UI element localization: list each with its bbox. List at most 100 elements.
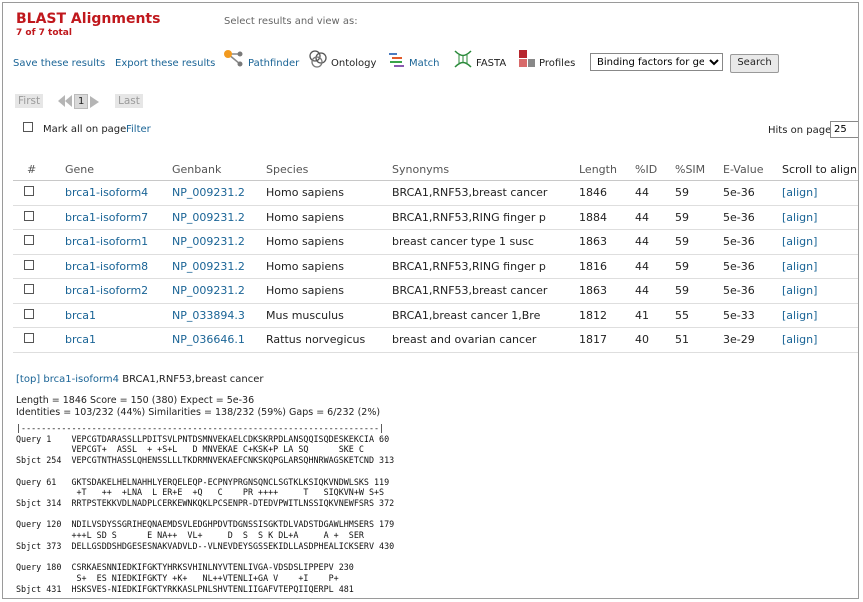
results-table: # Gene Genbank Species Synonyms Length %… — [13, 158, 858, 353]
genbank-link[interactable]: NP_009231.2 — [172, 180, 266, 206]
alignment-gene-desc: BRCA1,RNF53,breast cancer — [122, 374, 264, 385]
pager: First — [15, 94, 44, 108]
top-link[interactable]: [top] — [16, 374, 40, 385]
alignment-identity-line: Identities = 103/232 (44%) Similarities … — [16, 406, 381, 418]
gene-link[interactable]: brca1 — [65, 303, 172, 328]
genbank-link[interactable]: NP_009231.2 — [172, 205, 266, 230]
id-cell: 44 — [635, 229, 675, 255]
species-cell: Homo sapiens — [266, 180, 392, 206]
sim-cell: 59 — [675, 229, 723, 255]
align-link[interactable]: [align] — [782, 278, 858, 304]
first-page-button[interactable]: First — [15, 94, 44, 108]
profiles-icon — [518, 49, 536, 69]
alignment-stats: Length = 1846 Score = 150 (380) Expect =… — [16, 395, 380, 418]
align-link[interactable]: [align] — [782, 180, 858, 206]
align-link[interactable]: [align] — [782, 303, 858, 328]
last-page-button[interactable]: Last — [115, 94, 143, 108]
sim-cell: 59 — [675, 254, 723, 279]
fasta-label[interactable]: FASTA — [476, 58, 506, 69]
table-row: brca1-isoform7 NP_009231.2 Homo sapiens … — [13, 205, 858, 230]
align-link[interactable]: [align] — [782, 327, 858, 353]
length-cell: 1817 — [579, 327, 635, 353]
evalue-cell: 5e-36 — [723, 254, 782, 279]
analysis-dropdown[interactable]: Binding factors for gene — [590, 53, 723, 71]
next-page-icon[interactable] — [90, 96, 102, 111]
hits-per-page-input[interactable] — [830, 121, 858, 138]
col-header-id[interactable]: %ID — [635, 158, 675, 181]
species-cell: Rattus norvegicus — [266, 327, 392, 353]
synonyms-cell: BRCA1,RNF53,RING finger p — [392, 205, 579, 230]
pathfinder-label[interactable]: Pathfinder — [248, 58, 299, 69]
col-header-synonyms[interactable]: Synonyms — [392, 158, 579, 181]
evalue-cell: 5e-36 — [723, 229, 782, 255]
gene-link[interactable]: brca1-isoform7 — [65, 205, 172, 230]
match-label[interactable]: Match — [409, 58, 440, 69]
genbank-link[interactable]: NP_009231.2 — [172, 254, 266, 279]
table-row: brca1 NP_036646.1 Rattus norvegicus brea… — [13, 327, 858, 353]
match-tool[interactable]: Match — [388, 49, 440, 69]
row-checkbox[interactable] — [24, 235, 34, 246]
search-button[interactable]: Search — [730, 54, 779, 73]
length-cell: 1816 — [579, 254, 635, 279]
length-cell: 1863 — [579, 229, 635, 255]
pathfinder-tool[interactable]: Pathfinder — [223, 49, 299, 69]
gene-link[interactable]: brca1-isoform4 — [65, 180, 172, 206]
col-header-length[interactable]: Length — [579, 158, 635, 181]
mark-all-checkbox[interactable] — [23, 122, 33, 135]
align-link[interactable]: [align] — [782, 254, 858, 279]
genbank-link[interactable]: NP_033894.3 — [172, 303, 266, 328]
ontology-label[interactable]: Ontology — [331, 58, 376, 69]
row-checkbox[interactable] — [24, 284, 34, 295]
profiles-label[interactable]: Profiles — [539, 58, 575, 69]
row-checkbox[interactable] — [24, 308, 34, 319]
id-cell: 44 — [635, 205, 675, 230]
length-cell: 1846 — [579, 180, 635, 206]
table-row: brca1-isoform4 NP_009231.2 Homo sapiens … — [13, 180, 858, 206]
profiles-tool[interactable]: Profiles — [518, 49, 575, 69]
save-results-link[interactable]: Save these results — [13, 58, 105, 69]
length-cell: 1863 — [579, 278, 635, 304]
results-panel: BLAST Alignments 7 of 7 total Select res… — [2, 2, 859, 599]
row-checkbox[interactable] — [24, 186, 34, 197]
gene-link[interactable]: brca1-isoform1 — [65, 229, 172, 255]
species-cell: Homo sapiens — [266, 278, 392, 304]
alignment-gene-link[interactable]: brca1-isoform4 — [43, 374, 119, 385]
current-page-number: 1 — [74, 94, 89, 109]
prev-page-icon[interactable] — [58, 95, 72, 110]
fasta-tool[interactable]: FASTA — [453, 49, 506, 69]
species-cell: Mus musculus — [266, 303, 392, 328]
gene-link[interactable]: brca1-isoform2 — [65, 278, 172, 304]
row-checkbox[interactable] — [24, 210, 34, 221]
row-checkbox[interactable] — [24, 333, 34, 344]
current-page: 1 — [74, 94, 89, 109]
table-row: brca1-isoform8 NP_009231.2 Homo sapiens … — [13, 254, 858, 279]
col-header-genbank[interactable]: Genbank — [172, 158, 266, 181]
species-cell: Homo sapiens — [266, 205, 392, 230]
col-header-species[interactable]: Species — [266, 158, 392, 181]
gene-link[interactable]: brca1-isoform8 — [65, 254, 172, 279]
col-header-gene[interactable]: Gene — [65, 158, 172, 181]
genbank-link[interactable]: NP_036646.1 — [172, 327, 266, 353]
sim-cell: 55 — [675, 303, 723, 328]
ontology-tool[interactable]: Ontology — [308, 49, 376, 69]
table-row: brca1-isoform2 NP_009231.2 Homo sapiens … — [13, 278, 858, 304]
synonyms-cell: breast cancer type 1 susc — [392, 229, 579, 255]
align-link[interactable]: [align] — [782, 229, 858, 255]
col-header-evalue[interactable]: E-Value — [723, 158, 782, 181]
col-header-number: # — [13, 158, 65, 181]
sim-cell: 51 — [675, 327, 723, 353]
synonyms-cell: BRCA1,breast cancer 1,Bre — [392, 303, 579, 328]
genbank-link[interactable]: NP_009231.2 — [172, 229, 266, 255]
evalue-cell: 5e-36 — [723, 180, 782, 206]
sim-cell: 59 — [675, 278, 723, 304]
gene-link[interactable]: brca1 — [65, 327, 172, 353]
col-header-sim[interactable]: %SIM — [675, 158, 723, 181]
filter-link[interactable]: Filter — [126, 124, 151, 135]
align-link[interactable]: [align] — [782, 205, 858, 230]
ontology-icon — [308, 49, 328, 69]
genbank-link[interactable]: NP_009231.2 — [172, 278, 266, 304]
export-results-link[interactable]: Export these results — [115, 58, 215, 69]
id-cell: 44 — [635, 180, 675, 206]
id-cell: 41 — [635, 303, 675, 328]
row-checkbox[interactable] — [24, 259, 34, 270]
